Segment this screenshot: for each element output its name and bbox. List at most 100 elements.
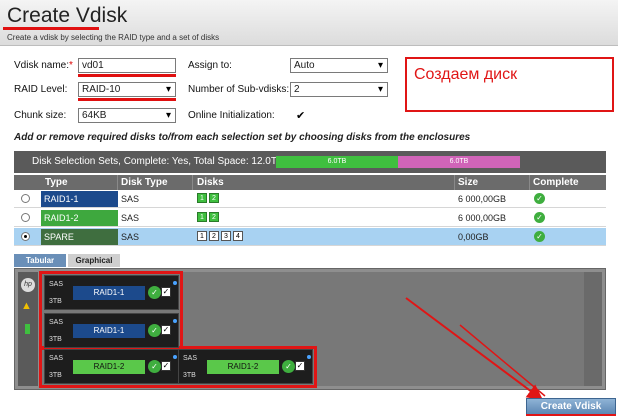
col-divider (117, 175, 118, 190)
create-button-highlight (526, 414, 616, 416)
drive-capacity-label: 3TB (183, 372, 196, 379)
row-select-radio[interactable] (21, 232, 30, 241)
enclosure-drive[interactable]: SAS 3TB RAID1-1 ✓ ✓ (44, 313, 179, 348)
row-select-radio[interactable] (21, 213, 30, 222)
drive-activity-led-icon (307, 355, 311, 359)
space-segment: 6.0TB (276, 156, 398, 168)
drive-type-label: SAS (49, 281, 64, 288)
subvdisks-label: Number of Sub-vdisks: (188, 84, 290, 95)
drive-capacity-label: 3TB (49, 336, 62, 343)
warning-icon: ▲ (21, 300, 32, 312)
complete-check-icon: ✓ (534, 231, 545, 242)
vdisk-name-input[interactable]: vd01 (78, 58, 176, 73)
assign-to-select[interactable]: Auto (290, 58, 388, 73)
drive-activity-led-icon (173, 281, 177, 285)
disk-number-chip[interactable]: 4 (233, 231, 243, 241)
create-vdisk-button[interactable]: Create Vdisk (526, 398, 616, 415)
online-init-label: Online Initialization: (188, 110, 275, 121)
disk-number-chip[interactable]: 1 (197, 212, 207, 222)
drive-ok-icon: ✓ (148, 324, 161, 337)
selection-sets-bar: Disk Selection Sets, Complete: Yes, Tota… (14, 151, 606, 173)
drive-ok-icon: ✓ (148, 360, 161, 373)
drive-select-checkbox[interactable]: ✓ (161, 287, 171, 297)
table-row[interactable]: RAID1-2 SAS 1 2 6 000,00GB ✓ (14, 209, 606, 227)
subvdisks-select[interactable]: 2 (290, 82, 388, 97)
row-size: 6 000,00GB (458, 194, 507, 204)
col-divider (529, 175, 530, 190)
table-header: Type Disk Type Disks Size Complete (14, 175, 606, 190)
table-row[interactable]: RAID1-1 SAS 1 2 6 000,00GB ✓ (14, 190, 606, 208)
status-led-icon (25, 324, 30, 334)
drive-ok-icon: ✓ (148, 286, 161, 299)
col-header-size: Size (458, 177, 479, 188)
disk-number-chip[interactable]: 1 (197, 231, 207, 241)
row-disk-type: SAS (121, 213, 140, 223)
drive-ok-icon: ✓ (282, 360, 295, 373)
table-row[interactable]: SPARE SAS 1 2 3 4 0,00GB ✓ (14, 228, 606, 246)
enclosure-left-panel: hp ▲ (18, 272, 38, 386)
chunk-size-select[interactable]: 64KB (78, 108, 176, 123)
drive-vdisk-tag: RAID1-1 (73, 286, 145, 300)
space-segment: 6.0TB (398, 156, 520, 168)
enclosure-drive[interactable]: SAS 3TB RAID1-2 ✓ ✓ (178, 349, 313, 384)
tab-graphical[interactable]: Graphical (68, 254, 120, 267)
enclosure-drive[interactable]: SAS 3TB RAID1-1 ✓ ✓ (44, 275, 179, 310)
drive-vdisk-tag: RAID1-1 (73, 324, 145, 338)
instructions-text: Add or remove required disks to/from eac… (14, 132, 471, 143)
page-title: Create Vdisk (7, 4, 128, 27)
disk-number-chip[interactable]: 3 (221, 231, 231, 241)
complete-check-icon: ✓ (534, 212, 545, 223)
online-init-checkbox[interactable]: ✔ (296, 109, 305, 122)
col-divider (192, 175, 193, 190)
drive-select-checkbox[interactable]: ✓ (161, 361, 171, 371)
drive-type-label: SAS (183, 355, 198, 362)
disk-number-chip[interactable]: 2 (209, 231, 219, 241)
enclosure-right-panel (584, 272, 602, 386)
col-header-disk-type: Disk Type (121, 177, 168, 188)
selection-sets-summary: Disk Selection Sets, Complete: Yes, Tota… (32, 156, 287, 167)
annotation-text: Создаем диск (414, 66, 518, 83)
vdisk-name-highlight (78, 74, 176, 77)
col-divider (454, 175, 455, 190)
raid-level-label: RAID Level: (14, 84, 68, 95)
row-type: SPARE (41, 229, 118, 245)
title-underline (3, 27, 99, 30)
disk-number-chip[interactable]: 1 (197, 193, 207, 203)
raid-level-select[interactable]: RAID-10 (78, 82, 176, 97)
col-header-disks: Disks (197, 177, 224, 188)
drive-select-checkbox[interactable]: ✓ (161, 325, 171, 335)
drive-type-label: SAS (49, 355, 64, 362)
row-disk-type: SAS (121, 194, 140, 204)
drive-capacity-label: 3TB (49, 372, 62, 379)
drive-type-label: SAS (49, 319, 64, 326)
row-select-radio[interactable] (21, 194, 30, 203)
chunk-size-label: Chunk size: (14, 110, 67, 121)
row-size: 6 000,00GB (458, 213, 507, 223)
row-disk-type: SAS (121, 232, 140, 242)
drive-activity-led-icon (173, 319, 177, 323)
complete-check-icon: ✓ (534, 193, 545, 204)
page-header: Create Vdisk Create a vdisk by selecting… (0, 0, 618, 46)
enclosure-drive[interactable]: SAS 3TB RAID1-2 ✓ ✓ (44, 349, 179, 384)
disk-number-chip[interactable]: 2 (209, 193, 219, 203)
row-type: RAID1-2 (41, 210, 118, 226)
col-header-complete: Complete (533, 177, 579, 188)
drive-vdisk-tag: RAID1-2 (73, 360, 145, 374)
raid-level-highlight (78, 98, 176, 101)
vdisk-form: Vdisk name:* vd01 RAID Level: RAID-10 Ch… (0, 52, 400, 126)
col-header-type: Type (45, 177, 68, 188)
drive-capacity-label: 3TB (49, 298, 62, 305)
enclosure-view: hp ▲ SAS 3TB RAID1-1 ✓ ✓ SAS 3TB RAID1-1 ✓ ✓ SAS 3T… (14, 268, 606, 390)
row-type: RAID1-1 (41, 191, 118, 207)
tab-tabular[interactable]: Tabular (14, 254, 66, 267)
drive-vdisk-tag: RAID1-2 (207, 360, 279, 374)
drive-activity-led-icon (173, 355, 177, 359)
annotation-callout: Создаем диск (405, 57, 614, 112)
vdisk-name-label: Vdisk name:* (14, 60, 73, 71)
page-subtitle: Create a vdisk by selecting the RAID typ… (7, 33, 220, 42)
assign-to-label: Assign to: (188, 60, 232, 71)
row-size: 0,00GB (458, 232, 489, 242)
disk-number-chip[interactable]: 2 (209, 212, 219, 222)
hp-logo-icon: hp (21, 278, 35, 292)
drive-select-checkbox[interactable]: ✓ (295, 361, 305, 371)
